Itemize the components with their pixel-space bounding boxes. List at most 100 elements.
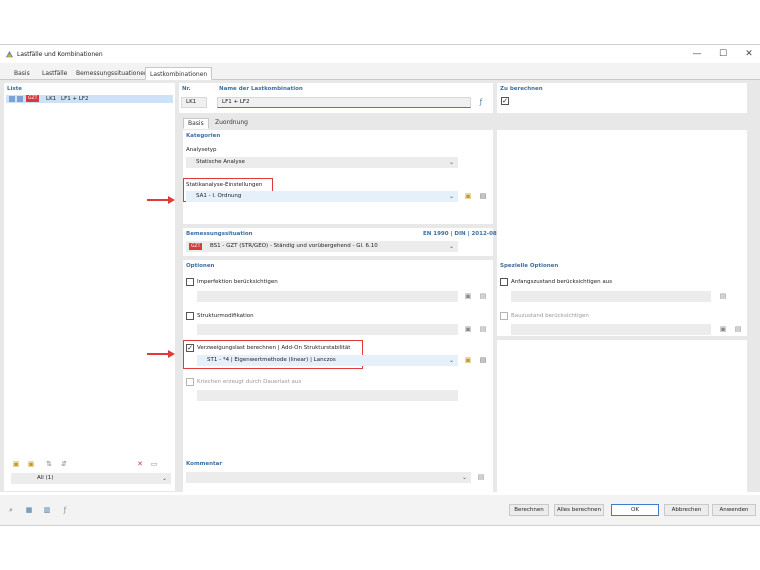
berechnen-button[interactable]: Berechnen bbox=[509, 504, 549, 516]
table-icon[interactable]: ▥ bbox=[42, 505, 52, 515]
list-item-label: LF1 + LF2 bbox=[61, 96, 89, 102]
edit-stability-setting-icon[interactable]: ▤ bbox=[478, 355, 488, 365]
tab-lastkombinationen[interactable]: Lastkombinationen bbox=[145, 67, 213, 80]
statik-select[interactable]: SA1 - I. Ordnung ⌄ bbox=[186, 191, 458, 202]
chevron-down-icon: ⌄ bbox=[448, 243, 454, 250]
filter-select[interactable]: All (1) ⌄ bbox=[11, 473, 171, 484]
edit-initial-state-icon: ▤ bbox=[719, 292, 727, 300]
nr-field[interactable]: LK1 bbox=[181, 97, 207, 108]
abbrechen-button[interactable]: Abbrechen bbox=[664, 504, 709, 516]
verzweigung-checkbox[interactable]: ✓ bbox=[186, 344, 194, 352]
alles-berechnen-button[interactable]: Alles berechnen bbox=[554, 504, 604, 516]
new-construction-stage-icon: ▣ bbox=[719, 325, 727, 333]
imperfektion-checkbox[interactable] bbox=[186, 278, 194, 286]
view-options-icon[interactable]: ▭ bbox=[149, 459, 159, 469]
bemessung-header: Bemessungssituation bbox=[186, 231, 253, 237]
search-icon[interactable]: ⌕ bbox=[6, 505, 16, 515]
bauzustand-label: Bauzustand berücksichtigen bbox=[511, 313, 589, 319]
struktur-checkbox[interactable] bbox=[186, 312, 194, 320]
ok-button[interactable]: OK bbox=[611, 504, 659, 516]
calc-checkbox[interactable]: ✓ bbox=[501, 97, 509, 105]
close-button[interactable]: ✕ bbox=[742, 47, 756, 61]
app-icon bbox=[5, 50, 14, 58]
subtab-basis[interactable]: Basis bbox=[183, 118, 209, 129]
kriechen-select bbox=[197, 390, 458, 401]
kommentar-panel: Kommentar ⌄ ▤ bbox=[183, 458, 493, 490]
dialog-window: Lastfälle und Kombinationen — ☐ ✕ Basis … bbox=[0, 44, 760, 526]
anfangszustand-checkbox[interactable] bbox=[500, 278, 508, 286]
subtab-zuordnung[interactable]: Zuordnung bbox=[211, 118, 252, 129]
window-title: Lastfälle und Kombinationen bbox=[17, 51, 103, 58]
chevron-down-icon: ⌄ bbox=[448, 357, 454, 364]
analysetyp-select[interactable]: Statische Analyse ⌄ bbox=[186, 157, 458, 168]
bemessung-select[interactable]: GZT BS1 - GZT (STR/GEO) - Ständig und vo… bbox=[186, 241, 458, 252]
bauzustand-checkbox bbox=[500, 312, 508, 320]
anwenden-button[interactable]: Anwenden bbox=[712, 504, 756, 516]
list-panel: Liste GZT LK1 LF1 + LF2 ▣ ▣ ⇅ ⇵ ✕ ▭ All … bbox=[4, 83, 175, 491]
title-bar: Lastfälle und Kombinationen — ☐ ✕ bbox=[0, 45, 760, 63]
edit-comment-icon[interactable]: ▤ bbox=[476, 472, 486, 482]
kommentar-input[interactable]: ⌄ bbox=[186, 472, 471, 483]
kriechen-label: Kriechen erzeugt durch Dauerlast aus bbox=[197, 379, 302, 385]
list-header: Liste bbox=[7, 86, 23, 92]
anfangszustand-select bbox=[511, 291, 711, 302]
bauzustand-select bbox=[511, 324, 711, 335]
statik-label: Statikanalyse-Einstellungen bbox=[186, 182, 263, 188]
new-item-icon[interactable]: ▣ bbox=[11, 459, 21, 469]
edit-construction-stage-icon: ▤ bbox=[734, 325, 742, 333]
chevron-down-icon: ⌄ bbox=[448, 193, 454, 200]
copy-item-icon[interactable]: ▣ bbox=[26, 459, 36, 469]
tab-basis[interactable]: Basis bbox=[10, 67, 34, 80]
renumber-icon[interactable]: ⇵ bbox=[59, 459, 69, 469]
function-icon[interactable]: ƒ bbox=[60, 505, 70, 515]
edit-name-icon[interactable]: ƒ bbox=[476, 97, 486, 107]
chevron-down-icon: ⌄ bbox=[461, 474, 467, 481]
kategorien-panel: Kategorien Analysetyp Statische Analyse … bbox=[183, 130, 493, 224]
verzweigung-select[interactable]: ST1 - *4 | Eigenwertmethode (linear) | L… bbox=[197, 355, 458, 366]
units-icon[interactable]: ▦ bbox=[24, 505, 34, 515]
analysetyp-label: Analysetyp bbox=[186, 147, 217, 153]
bemessung-value: BS1 - GZT (STR/GEO) - Ständig und vorübe… bbox=[210, 243, 378, 249]
edit-modification-icon: ▤ bbox=[479, 325, 487, 333]
annotation-arrow-head bbox=[168, 350, 175, 358]
struktur-select bbox=[197, 324, 458, 335]
norm-label: EN 1990 | DIN | 2012-08 bbox=[423, 231, 497, 237]
verzweigung-value: ST1 - *4 | Eigenwertmethode (linear) | L… bbox=[207, 357, 336, 363]
sort-icon[interactable]: ⇅ bbox=[44, 459, 54, 469]
kriechen-checkbox bbox=[186, 378, 194, 386]
kategorien-header: Kategorien bbox=[186, 133, 221, 139]
chevron-down-icon: ⌄ bbox=[161, 475, 167, 482]
spezielle-header: Spezielle Optionen bbox=[500, 263, 559, 269]
edit-imperfection-icon: ▤ bbox=[479, 292, 487, 300]
new-setting-icon[interactable]: ▣ bbox=[463, 191, 473, 201]
spezielle-panel: Spezielle Optionen Anfangszustand berück… bbox=[497, 260, 747, 336]
tab-lastfaelle[interactable]: Lastfälle bbox=[38, 67, 71, 80]
chevron-down-icon: ⌄ bbox=[448, 159, 454, 166]
delete-icon[interactable]: ✕ bbox=[135, 459, 145, 469]
new-stability-setting-icon[interactable]: ▣ bbox=[463, 355, 473, 365]
analysetyp-value: Statische Analyse bbox=[196, 159, 245, 165]
right-blank-panel-3 bbox=[497, 458, 747, 490]
verzweigung-label: Verzweigungslast berechnen | Add-On Stru… bbox=[197, 345, 351, 351]
color-swatch-icon bbox=[9, 96, 15, 102]
optionen-header: Optionen bbox=[186, 263, 215, 269]
struktur-label: Strukturmodifikation bbox=[197, 313, 254, 319]
bemessung-panel: Bemessungssituation EN 1990 | DIN | 2012… bbox=[183, 228, 497, 256]
statik-value: SA1 - I. Ordnung bbox=[196, 193, 242, 199]
header-panel: Nr. LK1 Name der Lastkombination LF1 + L… bbox=[179, 83, 493, 113]
subtab-strip: Basis Zuordnung bbox=[179, 117, 747, 129]
minimize-button[interactable]: — bbox=[690, 47, 704, 61]
tab-strip: Basis Lastfälle Bemessungssituationen La… bbox=[0, 63, 760, 80]
calc-label: Zu berechnen bbox=[500, 86, 543, 92]
imperfektion-select bbox=[197, 291, 458, 302]
name-input[interactable]: LF1 + LF2 bbox=[217, 97, 471, 108]
tab-bemessungssituationen[interactable]: Bemessungssituationen bbox=[72, 67, 152, 80]
dialog-footer: ⌕ ▦ ▥ ƒ Berechnen Alles berechnen OK Abb… bbox=[0, 495, 760, 525]
edit-setting-icon[interactable]: ▤ bbox=[478, 191, 488, 201]
annotation-arrow bbox=[147, 353, 169, 355]
new-modification-icon: ▣ bbox=[464, 325, 472, 333]
annotation-arrow-head bbox=[168, 196, 175, 204]
maximize-button[interactable]: ☐ bbox=[716, 47, 730, 61]
list-item[interactable]: GZT LK1 LF1 + LF2 bbox=[6, 95, 173, 103]
imperfektion-label: Imperfektion berücksichtigen bbox=[197, 279, 278, 285]
